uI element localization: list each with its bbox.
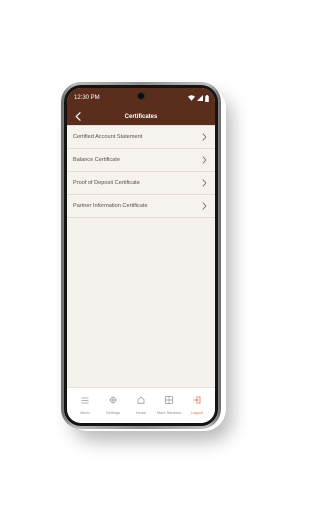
status-bar: 12:30 PM [67,88,215,108]
battery-icon [205,94,209,102]
nav-label: Logout [191,410,203,415]
status-time: 12:30 PM [74,95,100,101]
chevron-right-icon [201,156,207,164]
list-item-label: Partner Information Certificate [73,203,148,209]
gear-icon [109,391,117,409]
main-content: Certified Account Statement Balance Cert… [67,125,215,387]
list-item-label: Balance Certificate [73,157,120,163]
list-item-label: Certified Account Statement [73,134,143,140]
list-item-balance-certificate[interactable]: Balance Certificate [67,149,215,172]
nav-label: Settings [106,410,120,415]
chevron-right-icon [201,202,207,210]
nav-item-home[interactable]: Home [128,391,154,415]
nav-label: Menu [80,410,90,415]
status-icons [188,94,209,102]
bottom-navigation: Menu Settings Home More Services Logout [67,387,215,417]
phone-screen: 12:30 PM Certificates Certified Account … [67,88,215,423]
page-title: Certificates [124,113,158,120]
nav-item-logout[interactable]: Logout [184,391,210,415]
nav-item-menu[interactable]: Menu [72,391,98,415]
nav-label: Home [135,410,147,415]
back-button[interactable] [73,111,83,122]
home-indicator-area [67,417,215,423]
nav-item-more-services[interactable]: More Services [156,391,182,415]
chevron-left-icon [75,108,81,126]
phone-bezel: 12:30 PM Certificates Certified Account … [64,85,218,426]
list-item-certified-account-statement[interactable]: Certified Account Statement [67,126,215,149]
chevron-right-icon [201,133,207,141]
signal-icon [197,95,203,101]
phone-frame: 12:30 PM Certificates Certified Account … [61,82,221,429]
certificate-list: Certified Account Statement Balance Cert… [67,125,215,218]
grid-icon [165,391,173,409]
logout-icon [193,391,201,409]
list-item-partner-information-certificate[interactable]: Partner Information Certificate [67,195,215,218]
menu-icon [81,391,89,409]
nav-label: More Services [156,410,182,415]
stage: 12:30 PM Certificates Certified Account … [0,0,288,512]
chevron-right-icon [201,179,207,187]
list-item-proof-of-deposit-certificate[interactable]: Proof of Deposit Certificate [67,172,215,195]
nav-item-settings[interactable]: Settings [100,391,126,415]
front-camera [137,92,145,100]
home-icon [137,391,145,409]
list-item-label: Proof of Deposit Certificate [73,180,140,186]
wifi-icon [188,95,195,101]
app-header: Certificates [67,108,215,125]
